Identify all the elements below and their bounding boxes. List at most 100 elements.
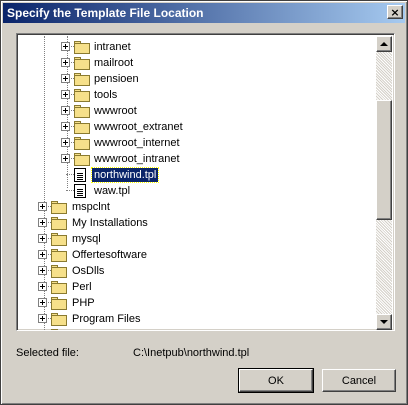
- dialog-window: Specify the Template File Location × int…: [0, 0, 408, 405]
- folder-body: [74, 91, 90, 102]
- folder-body: [74, 75, 90, 86]
- folder-body: [51, 219, 67, 230]
- cancel-button[interactable]: Cancel: [322, 369, 396, 392]
- tree-item-label[interactable]: OsDlls: [70, 264, 106, 278]
- tree-item[interactable]: mspclnt: [19, 199, 378, 215]
- folder-icon: [74, 121, 90, 134]
- close-button[interactable]: ×: [387, 5, 403, 19]
- expand-plus-icon[interactable]: [38, 234, 47, 243]
- tree-item-label[interactable]: wwwroot_intranet: [92, 152, 182, 166]
- folder-icon: [74, 89, 90, 102]
- folder-icon: [74, 41, 90, 54]
- expand-plus-icon[interactable]: [38, 218, 47, 227]
- dialog-title: Specify the Template File Location: [7, 6, 204, 20]
- tree-item[interactable]: pensioen: [19, 71, 378, 87]
- tree-item[interactable]: intranet: [19, 39, 378, 55]
- expand-plus-icon[interactable]: [61, 138, 70, 147]
- tree-item-label[interactable]: northwind.tpl: [90, 167, 160, 183]
- folder-tree[interactable]: intranet mailroot pensioen tools wwwroot wwwr…: [16, 33, 395, 331]
- expand-plus-icon[interactable]: [61, 58, 70, 67]
- expand-plus-icon[interactable]: [38, 266, 47, 275]
- title-bar[interactable]: Specify the Template File Location ×: [3, 3, 405, 23]
- tree-item-label[interactable]: Offertesoftware: [70, 248, 149, 262]
- folder-icon: [74, 137, 90, 150]
- tree-item-label[interactable]: tools: [92, 88, 119, 102]
- tree-item-label[interactable]: mailroot: [92, 56, 135, 70]
- expand-plus-icon[interactable]: [38, 298, 47, 307]
- folder-body: [51, 315, 67, 326]
- folder-body: [74, 107, 90, 118]
- arrow-down-icon: [380, 320, 388, 324]
- folder-icon: [51, 265, 67, 278]
- tree-item[interactable]: Program Files: [19, 311, 378, 327]
- scroll-down-button[interactable]: [376, 314, 392, 330]
- tree-item-label[interactable]: waw.tpl: [92, 184, 132, 198]
- tree-item[interactable]: northwind.tpl: [19, 167, 378, 183]
- folder-icon: [51, 201, 67, 214]
- folder-body: [51, 251, 67, 262]
- folder-icon: [51, 297, 67, 310]
- tree-item[interactable]: wwwroot_extranet: [19, 119, 378, 135]
- tree-item-label[interactable]: mysql: [70, 232, 103, 246]
- tree-item-label[interactable]: wwwroot_internet: [92, 136, 182, 150]
- tree-guide-line: [66, 190, 74, 191]
- scroll-thumb[interactable]: [376, 100, 392, 220]
- tree-item-label[interactable]: Program Files: [70, 312, 142, 326]
- expand-plus-icon[interactable]: [38, 202, 47, 211]
- folder-body: [74, 59, 90, 70]
- ok-button[interactable]: OK: [238, 368, 314, 393]
- tree-item-label[interactable]: mspclnt: [70, 200, 112, 214]
- vertical-scrollbar[interactable]: [376, 36, 392, 330]
- tree-item[interactable]: My Installations: [19, 215, 378, 231]
- scroll-up-button[interactable]: [376, 36, 392, 52]
- tree-item[interactable]: waw.tpl: [19, 183, 378, 199]
- tree-item[interactable]: PHP: [19, 295, 378, 311]
- expand-plus-icon[interactable]: [61, 42, 70, 51]
- folder-icon: [51, 313, 67, 326]
- tree-item-label[interactable]: intranet: [92, 40, 133, 54]
- tree-item[interactable]: OsDlls: [19, 263, 378, 279]
- folder-body: [51, 299, 67, 310]
- tree-item-label[interactable]: PHP: [70, 296, 97, 310]
- folder-icon: [51, 249, 67, 262]
- expand-plus-icon[interactable]: [38, 282, 47, 291]
- tree-item-label[interactable]: My Installations: [70, 216, 150, 230]
- tree-item-label[interactable]: wwwroot_extranet: [92, 120, 185, 134]
- tree-item[interactable]: wwwroot: [19, 103, 378, 119]
- tree-item[interactable]: Offertesoftware: [19, 247, 378, 263]
- tree-item[interactable]: mysql: [19, 231, 378, 247]
- folder-body: [51, 235, 67, 246]
- tree-item[interactable]: Perl: [19, 279, 378, 295]
- folder-icon: [51, 329, 67, 330]
- folder-body: [74, 43, 90, 54]
- expand-plus-icon[interactable]: [61, 74, 70, 83]
- expand-plus-icon[interactable]: [61, 122, 70, 131]
- tree-item-label[interactable]: RECYCLER: [70, 328, 134, 330]
- tree-viewport: intranet mailroot pensioen tools wwwroot wwwr…: [19, 36, 378, 330]
- folder-body: [74, 155, 90, 166]
- tree-item-label[interactable]: wwwroot: [92, 104, 139, 118]
- tree-item[interactable]: tools: [19, 87, 378, 103]
- selected-file-value: C:\Inetpub\northwind.tpl: [133, 347, 250, 359]
- folder-icon: [74, 153, 90, 166]
- selected-file-label: Selected file:: [16, 347, 79, 359]
- tree-guide-line: [66, 174, 74, 175]
- tree-item[interactable]: wwwroot_internet: [19, 135, 378, 151]
- folder-icon: [51, 217, 67, 230]
- close-icon: ×: [390, 5, 400, 19]
- tree-item[interactable]: mailroot: [19, 55, 378, 71]
- tree-item-label[interactable]: pensioen: [92, 72, 141, 86]
- expand-plus-icon[interactable]: [61, 90, 70, 99]
- expand-plus-icon[interactable]: [61, 154, 70, 163]
- folder-icon: [74, 73, 90, 86]
- folder-body: [74, 139, 90, 150]
- expand-plus-icon[interactable]: [38, 250, 47, 259]
- tree-item-label[interactable]: Perl: [70, 280, 94, 294]
- folder-icon: [74, 105, 90, 118]
- expand-plus-icon[interactable]: [38, 314, 47, 323]
- tree-item[interactable]: wwwroot_intranet: [19, 151, 378, 167]
- folder-body: [51, 283, 67, 294]
- expand-plus-icon[interactable]: [61, 106, 70, 115]
- folder-icon: [51, 281, 67, 294]
- tree-item[interactable]: RECYCLER: [19, 327, 378, 330]
